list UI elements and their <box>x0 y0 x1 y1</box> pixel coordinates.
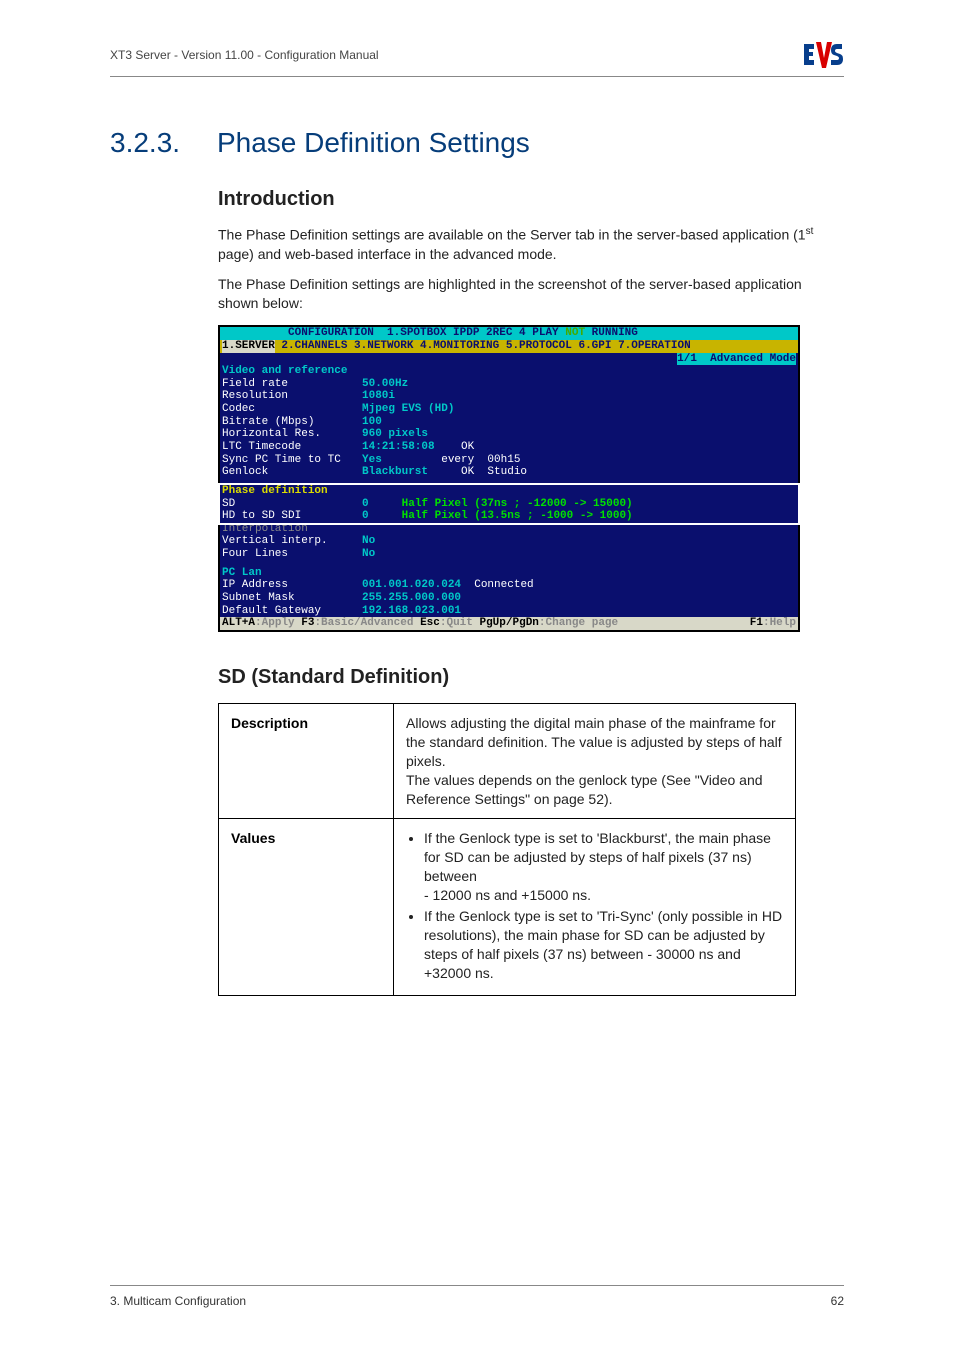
sd-heading: SD (Standard Definition) <box>218 666 844 689</box>
page-footer: 3. Multicam Configuration 62 <box>110 1285 844 1308</box>
list-item: If the Genlock type is set to 'Tri-Sync'… <box>424 907 783 983</box>
terminal-screenshot: CONFIGURATION 1.SPOTBOX IPDP 2REC 4 PLAY… <box>218 325 800 632</box>
evs-logo <box>802 40 844 70</box>
intro-heading: Introduction <box>218 188 844 211</box>
list-item: If the Genlock type is set to 'Blackburs… <box>424 829 783 905</box>
values-label: Values <box>219 819 394 995</box>
intro-para-2: The Phase Definition settings are highli… <box>218 275 844 313</box>
header-left: XT3 Server - Version 11.00 - Configurati… <box>110 48 379 62</box>
intro-para-1: The Phase Definition settings are availa… <box>218 225 844 263</box>
values-list: If the Genlock type is set to 'Blackburs… <box>406 829 783 982</box>
values-cell: If the Genlock type is set to 'Blackburs… <box>394 819 796 995</box>
section-number: 3.2.3. <box>110 127 180 159</box>
desc-label: Description <box>219 703 394 818</box>
footer-left: 3. Multicam Configuration <box>110 1294 246 1308</box>
section-title: Phase Definition Settings <box>217 127 530 158</box>
sd-definition-table: Description Allows adjusting the digital… <box>218 703 796 996</box>
desc-text: Allows adjusting the digital main phase … <box>394 703 796 818</box>
page-number: 62 <box>831 1294 844 1308</box>
page-header: XT3 Server - Version 11.00 - Configurati… <box>110 40 844 77</box>
section-heading: 3.2.3. Phase Definition Settings <box>110 123 844 160</box>
